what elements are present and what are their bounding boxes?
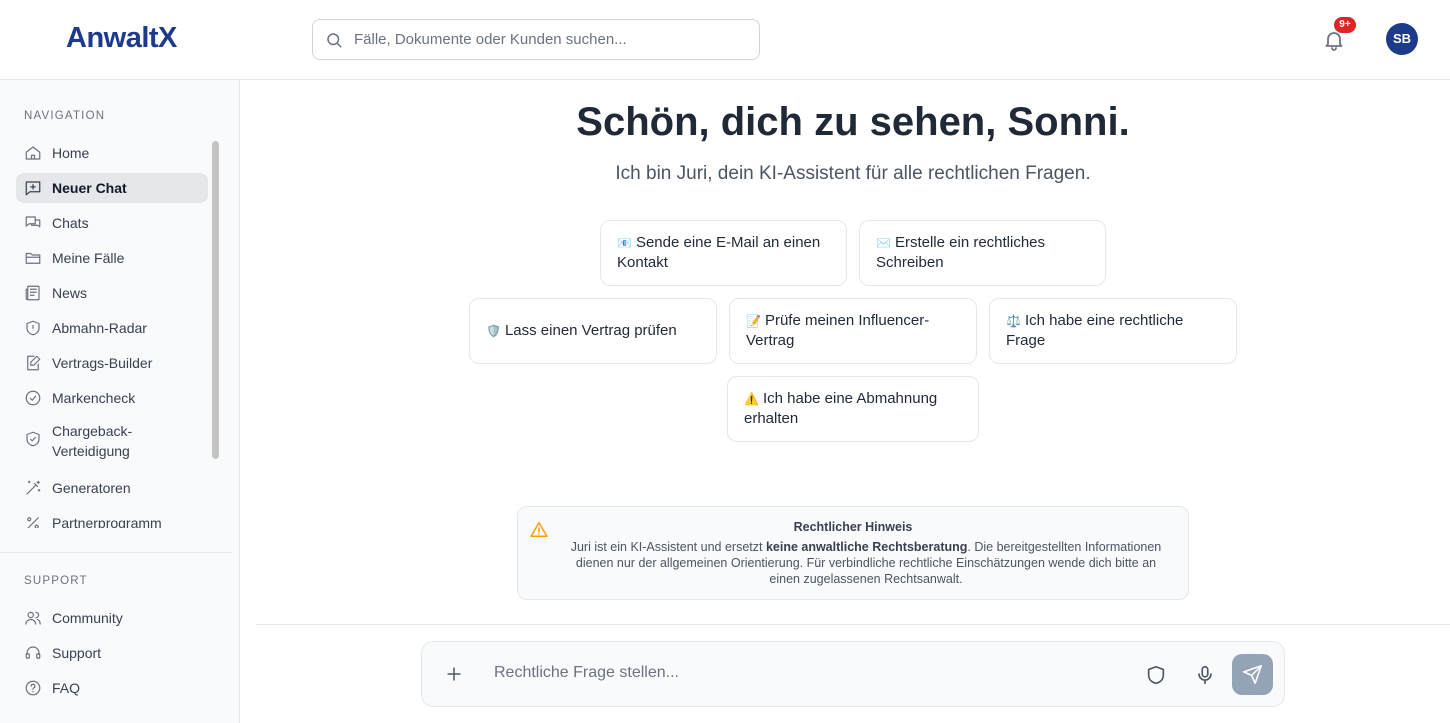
sidebar-item-generatoren[interactable]: Generatoren	[16, 473, 208, 503]
content-divider	[256, 624, 1450, 625]
sidebar-scrollbar-thumb[interactable]	[212, 141, 219, 459]
sidebar-item-label: Vertrags-Builder	[52, 355, 153, 371]
shield-icon[interactable]	[1145, 664, 1167, 686]
sidebar-item-partnerprogramm[interactable]: Partnerprogramm	[16, 508, 208, 528]
support-section-title: SUPPORT	[24, 575, 88, 587]
email-icon: 📧	[617, 236, 632, 250]
shield-check-icon	[26, 431, 40, 447]
envelope-icon: ✉️	[876, 236, 891, 250]
notice-title: Rechtlicher Hinweis	[793, 520, 913, 534]
notice-body: Juri ist ein KI-Assistent und ersetzt ke…	[570, 540, 1162, 586]
sidebar-item-chats[interactable]: Chats	[16, 208, 208, 238]
memo-icon: 📝	[746, 314, 761, 328]
suggestion-legal-letter[interactable]: ✉️ Erstelle ein rechtliches Schreiben	[859, 220, 1106, 286]
sidebar-item-label: FAQ	[52, 680, 81, 696]
chats-icon	[25, 216, 41, 228]
plus-icon[interactable]	[444, 664, 464, 684]
app-logo[interactable]: AnwaltX	[66, 22, 177, 55]
nav-list: Home Neuer Chat Chats Meine Fälle News A…	[0, 136, 222, 528]
search-icon	[327, 33, 342, 48]
sidebar-item-label: Meine Fälle	[52, 250, 125, 266]
chat-input[interactable]: Rechtliche Frage stellen...	[494, 664, 679, 682]
sidebar-item-neuer-chat[interactable]: Neuer Chat	[16, 173, 208, 203]
sidebar-item-chargeback-verteidigung[interactable]: Chargeback- Verteidigung	[16, 418, 208, 464]
shield-emoji-icon: 🛡️	[486, 324, 501, 338]
sidebar-item-label: Neuer Chat	[52, 180, 127, 196]
send-button[interactable]	[1232, 654, 1273, 695]
sidebar-item-home[interactable]: Home	[16, 138, 208, 168]
sidebar-item-news[interactable]: News	[16, 278, 208, 308]
suggestion-influencer-contract[interactable]: 📝 Prüfe meinen Influencer- Vertrag	[729, 298, 977, 364]
avatar[interactable]: SB	[1386, 23, 1418, 55]
sidebar-item-faq[interactable]: FAQ	[16, 673, 208, 703]
folder-icon	[25, 252, 41, 264]
check-circle-icon	[25, 390, 41, 406]
question-circle-icon	[25, 680, 41, 696]
sidebar-divider	[0, 552, 232, 553]
headset-icon	[25, 646, 41, 659]
legal-notice: Rechtlicher Hinweis Juri ist ein KI-Assi…	[517, 506, 1189, 600]
page-title: Schön, dich zu sehen, Sonni.	[576, 100, 1130, 144]
sidebar-item-abmahn-radar[interactable]: Abmahn-Radar	[16, 313, 208, 343]
suggestion-cease-desist[interactable]: ⚠️ Ich habe eine Abmahnung erhalten	[727, 376, 979, 442]
suggestion-send-email[interactable]: 📧 Sende eine E-Mail an einen Kontakt	[600, 220, 847, 286]
suggestion-text: ⚠️ Ich habe eine Abmahnung erhalten	[744, 390, 938, 427]
magic-wand-icon	[26, 480, 41, 495]
sidebar-item-markencheck[interactable]: Markencheck	[16, 383, 208, 413]
sidebar-item-label: Partnerprogramm	[52, 515, 162, 528]
sidebar-item-vertrags-builder[interactable]: Vertrags-Builder	[16, 348, 208, 378]
chat-plus-icon	[25, 181, 41, 196]
warning-emoji-icon: ⚠️	[744, 392, 759, 406]
sidebar-item-label: Community	[52, 610, 123, 626]
suggestion-text: 🛡️ Lass einen Vertrag prüfen	[486, 322, 677, 339]
percent-icon	[27, 517, 39, 528]
notification-badge: 9+	[1334, 17, 1356, 33]
sidebar-item-label: Home	[52, 145, 90, 161]
top-header: AnwaltX Fälle, Dokumente oder Kunden suc…	[0, 0, 1450, 80]
page-subtitle: Ich bin Juri, dein KI-Assistent für alle…	[615, 163, 1091, 184]
sidebar-item-meine-faelle[interactable]: Meine Fälle	[16, 243, 208, 273]
sidebar: NAVIGATION Home Neuer Chat Chats Meine F…	[0, 80, 240, 723]
search-input[interactable]: Fälle, Dokumente oder Kunden suchen...	[312, 19, 760, 60]
sidebar-item-label: Generatoren	[52, 480, 131, 496]
search-placeholder: Fälle, Dokumente oder Kunden suchen...	[354, 31, 627, 48]
suggestion-check-contract[interactable]: 🛡️ Lass einen Vertrag prüfen	[469, 298, 717, 364]
suggestion-text: ✉️ Erstelle ein rechtliches Schreiben	[876, 234, 1046, 271]
users-icon	[25, 611, 41, 625]
suggestion-legal-question[interactable]: ⚖️ Ich habe eine rechtliche Frage	[989, 298, 1237, 364]
microphone-icon[interactable]	[1194, 664, 1216, 686]
suggestion-text: 📝 Prüfe meinen Influencer- Vertrag	[746, 312, 930, 349]
newspaper-icon	[25, 285, 40, 301]
suggestion-text: ⚖️ Ich habe eine rechtliche Frage	[1006, 312, 1184, 349]
document-edit-icon	[27, 355, 41, 371]
sidebar-item-label: Chats	[52, 215, 89, 231]
send-icon	[1242, 664, 1263, 685]
sidebar-item-label: Chargeback- Verteidigung	[52, 421, 132, 461]
sidebar-item-community[interactable]: Community	[16, 603, 208, 633]
suggestion-text: 📧 Sende eine E-Mail an einen Kontakt	[617, 234, 821, 271]
chat-input-bar: Rechtliche Frage stellen...	[421, 641, 1285, 707]
shield-icon	[26, 320, 40, 336]
sidebar-item-label: News	[52, 285, 88, 301]
home-icon	[25, 146, 41, 160]
nav-section-title: NAVIGATION	[24, 110, 106, 122]
sidebar-item-support[interactable]: Support	[16, 638, 208, 668]
label-line-2: Verteidigung	[52, 443, 130, 459]
sidebar-item-label: Markencheck	[52, 390, 136, 406]
label-line-1: Chargeback-	[52, 423, 133, 439]
scales-icon: ⚖️	[1006, 314, 1021, 328]
sidebar-item-label: Abmahn-Radar	[52, 320, 147, 336]
sidebar-item-label: Support	[52, 645, 102, 661]
